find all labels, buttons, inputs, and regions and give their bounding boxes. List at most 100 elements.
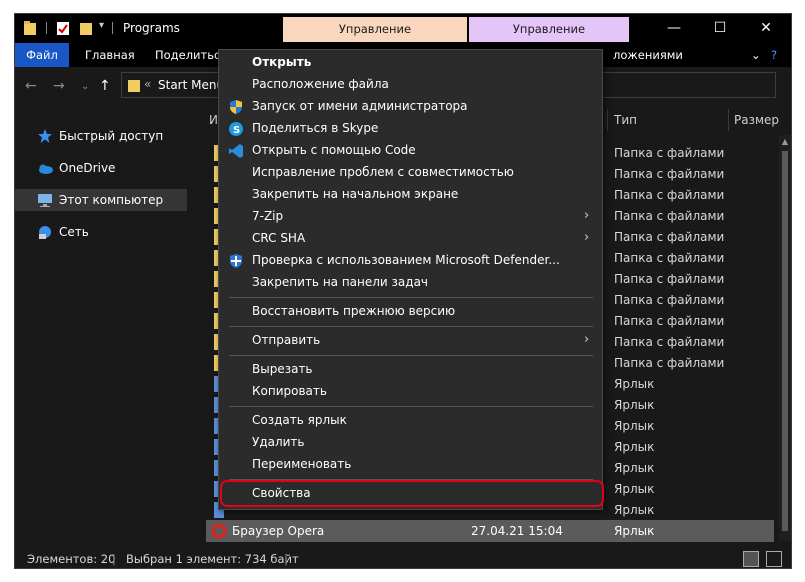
menu-item-rename[interactable]: Переименовать (219, 454, 602, 476)
sidebar-item-onedrive[interactable]: OneDrive (15, 157, 187, 179)
menu-item-restore-version[interactable]: Восстановить прежнюю версию (219, 301, 602, 323)
large-icons-view-icon[interactable] (766, 551, 782, 567)
scrollbar-thumb[interactable] (782, 151, 788, 531)
file-type: Папка с файлами (614, 272, 725, 286)
back-icon[interactable]: ← (25, 78, 37, 94)
help-button[interactable]: ? (763, 43, 785, 67)
properties-icon[interactable] (55, 20, 71, 36)
file-type: Папка с файлами (614, 230, 725, 244)
sidebar-item-label: Этот компьютер (59, 193, 164, 207)
sidebar-item-label: Быстрый доступ (59, 129, 164, 143)
details-view-icon[interactable] (743, 551, 759, 567)
status-selection: Выбран 1 элемент: 734 байт (126, 552, 299, 566)
tab-apps[interactable]: ложениями (605, 43, 691, 67)
menu-item-pin-taskbar[interactable]: Закрепить на панели задач (219, 272, 602, 294)
menu-item-pin-start[interactable]: Закрепить на начальном экране (219, 184, 602, 206)
menu-item-send-to[interactable]: Отправить › (219, 330, 602, 352)
menu-item-label: Отправить (252, 333, 321, 347)
file-type: Папка с файлами (614, 146, 725, 160)
column-header-type[interactable]: Тип (614, 113, 637, 127)
sidebar-item-label: Сеть (59, 225, 89, 239)
file-type: Ярлык (614, 524, 655, 538)
sidebar-item-quick-access[interactable]: Быстрый доступ (15, 125, 187, 147)
file-type: Ярлык (614, 398, 655, 412)
status-bar: Элементов: 20 | Выбран 1 элемент: 734 ба… (15, 548, 791, 568)
separator-icon (112, 22, 113, 34)
vertical-scrollbar[interactable]: ▲ (779, 135, 791, 541)
menu-item-label: Расположение файла (252, 77, 389, 91)
sidebar-item-this-pc[interactable]: Этот компьютер (15, 189, 187, 211)
menu-item-delete[interactable]: Удалить (219, 432, 602, 454)
recent-chevron-down-icon[interactable]: ⌄ (81, 81, 89, 92)
menu-item-compatibility[interactable]: Исправление проблем с совместимостью (219, 162, 602, 184)
menu-item-label: 7-Zip (252, 209, 284, 223)
file-type: Папка с файлами (614, 251, 725, 265)
menu-item-create-shortcut[interactable]: Создать ярлык (219, 410, 602, 432)
menu-item-open-with-code[interactable]: Открыть с помощью Code (219, 140, 602, 162)
menu-item-label: Создать ярлык (252, 413, 347, 427)
file-type: Ярлык (614, 461, 655, 475)
sidebar-item-network[interactable]: Сеть (15, 221, 187, 243)
tab-manage-apps[interactable]: Управление (469, 17, 629, 42)
opera-icon (211, 523, 227, 539)
file-type: Ярлык (614, 377, 655, 391)
quick-access-dropdown-icon[interactable]: ▾ (99, 20, 104, 31)
column-header-name[interactable]: И (209, 113, 218, 127)
minimize-button[interactable]: — (651, 14, 697, 43)
menu-separator (229, 406, 593, 407)
menu-item-run-as-admin[interactable]: Запуск от имени администратора (219, 96, 602, 118)
tab-home[interactable]: Главная (77, 43, 143, 67)
defender-shield-icon (230, 254, 242, 268)
context-menu: Открыть Расположение файла Запуск от име… (218, 49, 603, 510)
menu-item-label: Закрепить на панели задач (252, 275, 429, 289)
column-header-size[interactable]: Размер (734, 113, 779, 127)
menu-separator (229, 355, 593, 356)
menu-item-label: Закрепить на начальном экране (252, 187, 459, 201)
menu-item-cut[interactable]: Вырезать (219, 359, 602, 381)
folder-icon (128, 80, 140, 92)
network-icon (39, 226, 51, 239)
properties-highlight-frame (220, 480, 604, 507)
menu-item-label: CRC SHA (252, 231, 306, 245)
file-type: Папка с файлами (614, 209, 725, 223)
menu-item-label: Исправление проблем с совместимостью (252, 165, 514, 179)
forward-icon[interactable]: → (53, 78, 65, 94)
menu-item-label: Восстановить прежнюю версию (252, 304, 456, 318)
menu-item-file-location[interactable]: Расположение файла (219, 74, 602, 96)
breadcrumb-overflow[interactable]: « (144, 77, 151, 91)
table-row-selected[interactable]: Браузер Opera 27.04.21 15:04 Ярлык (206, 520, 774, 542)
status-separator: | (112, 552, 116, 566)
menu-item-7zip[interactable]: 7-Zip › (219, 206, 602, 228)
cloud-icon (39, 164, 53, 174)
svg-text:S: S (233, 125, 240, 136)
new-folder-icon[interactable] (79, 20, 93, 36)
tab-manage-shortcut[interactable]: Управление (283, 17, 467, 42)
file-type: Ярлык (614, 482, 655, 496)
menu-item-defender-scan[interactable]: Проверка с использованием Microsoft Defe… (219, 250, 602, 272)
up-icon[interactable]: ↑ (99, 78, 111, 94)
file-name: Браузер Opera (232, 524, 325, 538)
maximize-button[interactable]: ☐ (697, 14, 743, 43)
file-type: Папка с файлами (614, 356, 725, 370)
file-type: Папка с файлами (614, 335, 725, 349)
scroll-up-icon[interactable]: ▲ (779, 135, 791, 149)
file-type: Папка с файлами (614, 293, 725, 307)
menu-item-copy[interactable]: Копировать (219, 381, 602, 403)
column-divider[interactable] (607, 109, 608, 131)
menu-item-label: Запуск от имени администратора (252, 99, 468, 113)
close-button[interactable]: ✕ (743, 14, 789, 43)
computer-icon (38, 194, 52, 207)
file-date: 27.04.21 15:04 (471, 524, 563, 538)
menu-item-share-skype[interactable]: S Поделиться в Skype (219, 118, 602, 140)
menu-item-crc-sha[interactable]: CRC SHA › (219, 228, 602, 250)
menu-item-label: Вырезать (252, 362, 313, 376)
skype-icon: S (229, 122, 243, 136)
uac-shield-icon (230, 100, 242, 114)
menu-item-open[interactable]: Открыть (219, 52, 602, 74)
file-type: Папка с файлами (614, 188, 725, 202)
breadcrumb-start-menu[interactable]: Start Menu (158, 78, 224, 92)
file-type: Ярлык (614, 419, 655, 433)
chevron-right-icon: › (584, 332, 590, 347)
tab-file[interactable]: Файл (15, 43, 69, 67)
column-divider[interactable] (728, 109, 729, 131)
